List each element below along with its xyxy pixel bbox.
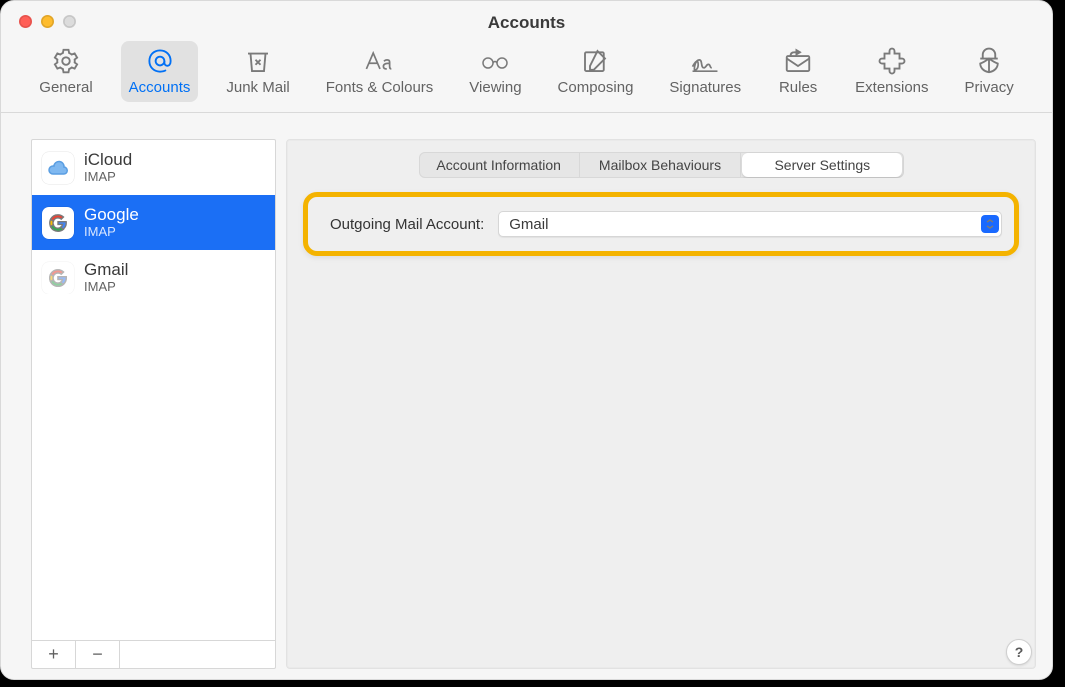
minimize-window-button[interactable] — [41, 15, 54, 28]
body: iCloud IMAP Google IMAP — [1, 113, 1052, 680]
tab-label: Fonts & Colours — [326, 79, 434, 96]
outgoing-mail-highlight: Outgoing Mail Account: Gmail — [303, 192, 1019, 256]
account-row-google[interactable]: Google IMAP — [32, 195, 275, 250]
tab-accounts[interactable]: Accounts — [121, 41, 199, 102]
gmail-icon — [42, 262, 74, 294]
account-name: Google — [84, 205, 139, 225]
accounts-sidebar: iCloud IMAP Google IMAP — [31, 139, 276, 669]
tab-label: Accounts — [129, 79, 191, 96]
tab-fonts-colours[interactable]: Fonts & Colours — [318, 41, 442, 102]
account-row-icloud[interactable]: iCloud IMAP — [32, 140, 275, 195]
rules-icon — [783, 45, 813, 77]
help-button[interactable]: ? — [1006, 639, 1032, 665]
tab-label: Junk Mail — [226, 79, 289, 96]
account-row-gmail[interactable]: Gmail IMAP — [32, 250, 275, 305]
aa-icon — [363, 45, 397, 77]
tab-signatures[interactable]: Signatures — [661, 41, 749, 102]
tab-extensions[interactable]: Extensions — [847, 41, 936, 102]
compose-icon — [580, 45, 610, 77]
account-detail-pane: Account Information Mailbox Behaviours S… — [286, 139, 1036, 669]
subtab-server-settings[interactable]: Server Settings — [742, 153, 902, 177]
add-account-button[interactable]: + — [32, 641, 76, 668]
subtab-account-information[interactable]: Account Information — [419, 152, 580, 178]
tab-junk-mail[interactable]: Junk Mail — [218, 41, 297, 102]
tab-privacy[interactable]: Privacy — [957, 41, 1022, 102]
tab-composing[interactable]: Composing — [550, 41, 642, 102]
remove-account-button[interactable]: − — [76, 641, 120, 668]
sidebar-footer: + − — [32, 640, 275, 668]
google-icon — [42, 207, 74, 239]
privacy-icon — [974, 45, 1004, 77]
outgoing-mail-account-popup[interactable]: Gmail — [498, 211, 1002, 237]
tab-label: Viewing — [469, 79, 521, 96]
tab-viewing[interactable]: Viewing — [461, 41, 529, 102]
tab-label: General — [39, 79, 92, 96]
account-type: IMAP — [84, 170, 132, 185]
account-name: Gmail — [84, 260, 128, 280]
extensions-icon — [877, 45, 907, 77]
accounts-list: iCloud IMAP Google IMAP — [32, 140, 275, 640]
icloud-icon — [42, 152, 74, 184]
signature-icon — [688, 45, 722, 77]
at-icon — [145, 45, 175, 77]
account-subtabs: Account Information Mailbox Behaviours S… — [419, 152, 904, 178]
tab-general[interactable]: General — [31, 41, 100, 102]
close-window-button[interactable] — [19, 15, 32, 28]
preferences-toolbar: General Accounts Junk Mail Fonts & Colou… — [1, 41, 1052, 113]
tab-label: Composing — [558, 79, 634, 96]
outgoing-mail-value: Gmail — [509, 216, 548, 233]
trash-x-icon — [243, 45, 273, 77]
window-title: Accounts — [1, 13, 1052, 33]
titlebar: Accounts — [1, 1, 1052, 41]
zoom-window-button[interactable] — [63, 15, 76, 28]
account-name: iCloud — [84, 150, 132, 170]
account-type: IMAP — [84, 280, 128, 295]
gear-icon — [51, 45, 81, 77]
traffic-lights — [19, 15, 76, 28]
glasses-icon — [478, 45, 512, 77]
tab-rules[interactable]: Rules — [769, 41, 827, 102]
preferences-window: Accounts General Accounts Junk Mail — [0, 0, 1053, 680]
account-type: IMAP — [84, 225, 139, 240]
tab-label: Rules — [779, 79, 817, 96]
outgoing-mail-label: Outgoing Mail Account: — [330, 216, 484, 233]
popup-arrows-icon — [981, 215, 999, 233]
tab-label: Extensions — [855, 79, 928, 96]
subtab-mailbox-behaviours[interactable]: Mailbox Behaviours — [580, 152, 741, 178]
tab-label: Privacy — [965, 79, 1014, 96]
tab-label: Signatures — [669, 79, 741, 96]
